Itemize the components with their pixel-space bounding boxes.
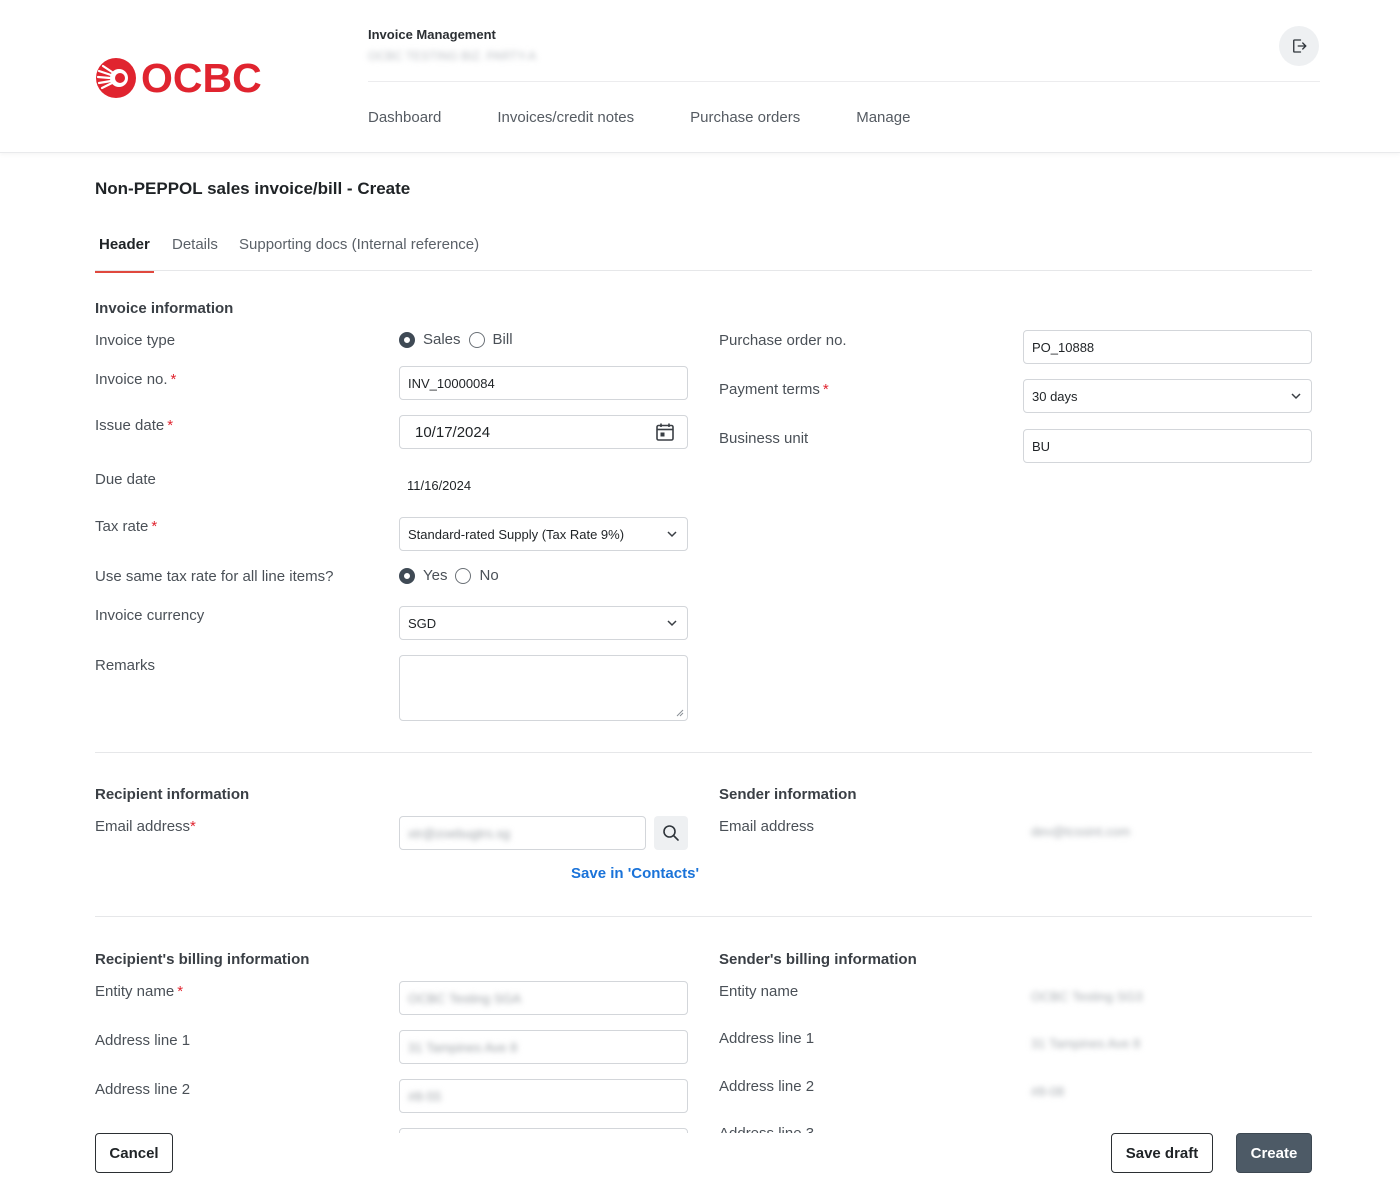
logout-icon: [1293, 39, 1307, 53]
recipient-entity-name-field[interactable]: OCBC Testing SGA: [399, 981, 688, 1015]
required-mark: *: [190, 818, 196, 835]
recipient-address1-label: Address line 1: [95, 1032, 191, 1049]
header-divider: [368, 81, 1320, 82]
radio-no-label[interactable]: No: [479, 567, 498, 584]
required-mark: *: [170, 371, 177, 388]
remarks-label: Remarks: [95, 657, 156, 674]
currency-label: Invoice currency: [95, 607, 205, 624]
sender-billing-title: Sender's billing information: [719, 951, 917, 968]
required-mark: *: [822, 381, 829, 398]
create-button[interactable]: Create: [1236, 1133, 1312, 1173]
recipient-address2-field[interactable]: #8-55: [399, 1079, 688, 1113]
sender-email-label: Email address: [719, 818, 815, 835]
business-unit-label: Business unit: [719, 430, 809, 447]
payment-terms-select[interactable]: 30 days: [1023, 379, 1312, 413]
invoice-type-label: Invoice type: [95, 332, 176, 349]
nav-purchase-orders[interactable]: Purchase orders: [690, 108, 800, 128]
due-date-label: Due date: [95, 471, 156, 488]
invoice-no-field[interactable]: INV_10000084: [399, 366, 688, 400]
tab-bar: Header Details Supporting docs (Internal…: [95, 232, 1312, 273]
radio-yes-label[interactable]: Yes: [423, 567, 447, 584]
sender-address2-value: #8-08: [1031, 1084, 1065, 1099]
radio-yes[interactable]: [399, 567, 415, 584]
radio-bill[interactable]: [468, 331, 485, 348]
payment-terms-label: Payment terms *: [719, 381, 829, 398]
sender-address1-value: 31 Tampines Ave 8: [1031, 1036, 1141, 1051]
cancel-button[interactable]: Cancel: [95, 1133, 173, 1173]
invoice-info-title: Invoice information: [95, 300, 234, 317]
remarks-textarea[interactable]: [399, 655, 688, 721]
ocbc-logo-icon: [96, 58, 136, 98]
logout-button[interactable]: [1279, 26, 1319, 66]
search-icon: [663, 825, 679, 841]
issue-date-field[interactable]: 10/17/2024: [399, 415, 688, 449]
radio-sales-label[interactable]: Sales: [423, 331, 461, 348]
recipient-billing-title: Recipient's billing information: [95, 951, 310, 968]
main-nav: Dashboard Invoices/credit notes Purchase…: [368, 108, 966, 128]
tab-details[interactable]: Details: [172, 234, 218, 273]
same-tax-radio-group: Yes No: [399, 567, 507, 584]
recipient-address2-label: Address line 2: [95, 1081, 191, 1098]
search-button[interactable]: [654, 816, 688, 850]
app-subtitle: OCBC TESTING BIZ. PARTY-A: [368, 49, 537, 63]
po-no-field[interactable]: PO_10888: [1023, 330, 1312, 364]
recipient-entity-name-label: Entity name *: [95, 983, 184, 1000]
tax-rate-select[interactable]: Standard-rated Supply (Tax Rate 9%): [399, 517, 688, 551]
sender-email-value: dev@tcssint.com: [1031, 824, 1131, 839]
page-title: Non-PEPPOL sales invoice/bill - Create: [95, 179, 411, 198]
po-no-label: Purchase order no.: [719, 332, 847, 349]
invoice-no-label: Invoice no. *: [95, 371, 177, 388]
required-mark: *: [151, 518, 158, 535]
sender-entity-name-value: OCBC Testing SG3: [1031, 989, 1143, 1004]
tab-header[interactable]: Header: [95, 234, 154, 273]
chevron-down-icon: [1291, 393, 1301, 400]
due-date-value: 11/16/2024: [407, 478, 472, 493]
nav-manage[interactable]: Manage: [856, 108, 910, 128]
save-in-contacts-link[interactable]: Save in 'Contacts': [571, 865, 699, 882]
business-unit-field[interactable]: BU: [1023, 429, 1312, 463]
sender-entity-name-label: Entity name: [719, 983, 799, 1000]
nav-invoices-credit-notes[interactable]: Invoices/credit notes: [497, 108, 634, 128]
recipient-email-field[interactable]: xtr@zoebugtrs.sg: [399, 816, 646, 850]
radio-sales[interactable]: [399, 331, 415, 348]
section-divider: [95, 916, 1312, 917]
recipient-address1-field[interactable]: 31 Tampines Ave 8: [399, 1030, 688, 1064]
required-mark: *: [177, 983, 184, 1000]
radio-no[interactable]: [455, 567, 472, 584]
nav-dashboard[interactable]: Dashboard: [368, 108, 441, 128]
required-mark: *: [167, 417, 174, 434]
sender-address1-label: Address line 1: [719, 1030, 815, 1047]
logo-text: OCBC: [141, 55, 262, 101]
recipient-email-label: Email address*: [95, 818, 196, 835]
app-title: Invoice Management: [368, 27, 496, 42]
invoice-type-radio-group: Sales Bill: [399, 331, 521, 348]
chevron-down-icon: [667, 531, 677, 538]
section-divider: [95, 752, 1312, 753]
issue-date-label: Issue date *: [95, 417, 174, 434]
recipient-info-title: Recipient information: [95, 786, 250, 803]
sender-address2-label: Address line 2: [719, 1078, 815, 1095]
radio-bill-label[interactable]: Bill: [493, 331, 513, 348]
ocbc-logo[interactable]: OCBC: [95, 56, 262, 100]
top-bar: OCBC Invoice Management OCBC TESTING BIZ…: [0, 0, 1400, 153]
tab-supporting-docs[interactable]: Supporting docs (Internal reference): [239, 234, 479, 273]
same-tax-label: Use same tax rate for all line items?: [95, 568, 334, 585]
tax-rate-label: Tax rate *: [95, 518, 158, 535]
currency-select[interactable]: SGD: [399, 606, 688, 640]
sender-info-title: Sender information: [719, 786, 857, 803]
calendar-icon[interactable]: [655, 422, 675, 442]
save-draft-button[interactable]: Save draft: [1111, 1133, 1213, 1173]
resize-grip-icon[interactable]: [676, 709, 684, 717]
chevron-down-icon: [667, 620, 677, 627]
